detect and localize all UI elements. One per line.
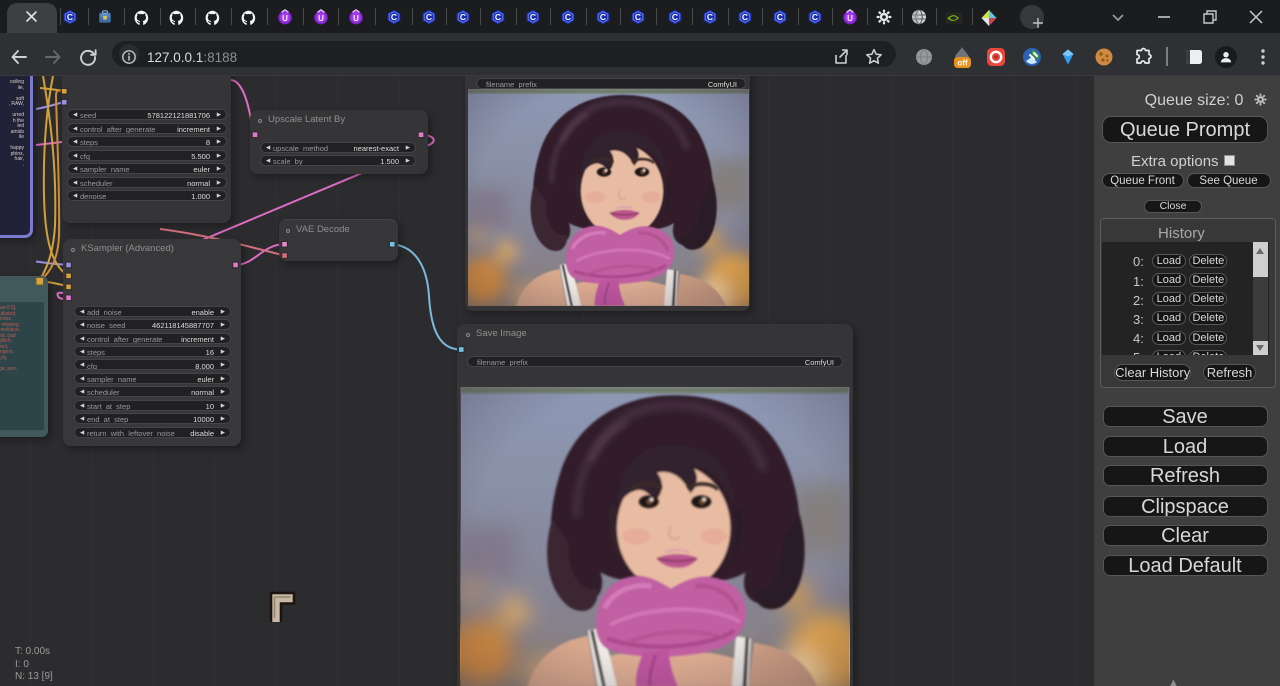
svg-text:U: U	[318, 14, 324, 23]
svg-text:C: C	[672, 12, 678, 22]
svg-text:C: C	[600, 12, 606, 22]
svg-text:C: C	[777, 12, 783, 22]
svg-text:C: C	[707, 12, 713, 22]
svg-text:U: U	[353, 14, 359, 23]
svg-text:U: U	[282, 14, 288, 23]
svg-text:C: C	[426, 12, 432, 22]
svg-text:C: C	[460, 12, 466, 22]
svg-text:U: U	[847, 14, 853, 23]
svg-text:C: C	[565, 12, 571, 22]
svg-text:C: C	[391, 12, 397, 22]
svg-text:off: off	[957, 59, 968, 68]
svg-text:C: C	[812, 12, 818, 22]
svg-text:C: C	[530, 12, 536, 22]
svg-text:C: C	[742, 12, 748, 22]
svg-text:C: C	[495, 12, 501, 22]
svg-text:C: C	[635, 12, 641, 22]
svg-text:C: C	[67, 12, 73, 22]
